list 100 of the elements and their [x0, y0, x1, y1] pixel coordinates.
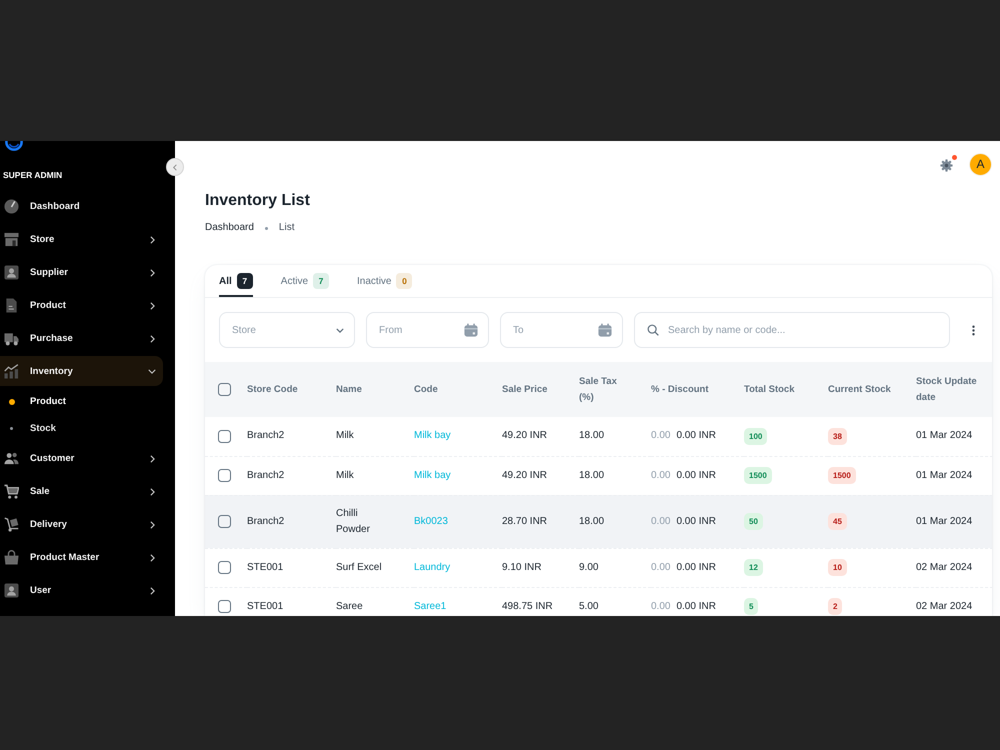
dots-vertical-icon — [972, 324, 974, 336]
person-badge-icon — [4, 583, 19, 598]
search-icon — [647, 324, 659, 336]
hand-truck-icon — [4, 517, 19, 532]
person-badge-icon — [4, 265, 19, 280]
row-checkbox[interactable] — [218, 515, 231, 528]
table-cell: 49.20 INR — [502, 456, 579, 495]
table-cell: Surf Excel — [336, 548, 414, 587]
column-header: Name — [336, 362, 414, 417]
tab[interactable]: Inactive 0 — [357, 265, 412, 297]
table-cell: 498.75 INR — [502, 587, 579, 616]
table-cell: Saree — [336, 587, 414, 616]
table-cell: 5.00 — [579, 587, 651, 616]
table-cell: 9.10 INR — [502, 548, 579, 587]
row-checkbox[interactable] — [218, 469, 231, 482]
sidebar-item[interactable]: Inventory — [0, 356, 163, 386]
table-cell: 02 Mar 2024 — [916, 548, 992, 587]
calendar-icon — [598, 323, 612, 337]
people-icon — [4, 451, 19, 466]
chevron-right-icon — [150, 586, 155, 594]
sidebar-item[interactable]: Supplier — [0, 256, 163, 289]
sidebar-item[interactable]: Product — [0, 289, 163, 322]
cart-icon — [4, 484, 19, 499]
column-header: % - Discount — [651, 362, 744, 417]
table-cell: 01 Mar 2024 — [916, 456, 992, 495]
sidebar-item[interactable]: Delivery — [0, 508, 163, 541]
chevron-right-icon — [150, 488, 155, 496]
chart-icon — [4, 364, 19, 378]
sidebar-item[interactable]: Purchase — [0, 322, 163, 355]
sidebar-subitem[interactable]: Stock — [0, 415, 175, 442]
settings-button[interactable] — [940, 154, 957, 172]
store-icon — [4, 232, 19, 247]
table-cell: Chilli Powder — [336, 495, 414, 548]
bag-icon — [4, 550, 19, 565]
separator-dot-icon — [264, 226, 268, 230]
total-stock-badge: 1500 — [744, 467, 772, 484]
row-checkbox[interactable] — [218, 600, 231, 613]
table-cell: 18.00 — [579, 456, 651, 495]
logo-icon — [5, 141, 23, 153]
table-cell: 28.70 INR — [502, 495, 579, 548]
sidebar-item[interactable]: Product Master — [0, 541, 163, 574]
calendar-icon — [464, 323, 478, 337]
table-cell: STE001 — [247, 548, 336, 587]
avatar[interactable]: A — [969, 152, 992, 176]
column-header: Sale Tax (%) — [579, 362, 651, 417]
sidebar-subitem[interactable]: Product — [0, 388, 175, 415]
chevron-right-icon — [150, 302, 155, 310]
chevron-down-icon — [148, 368, 156, 374]
table-cell: 02 Mar 2024 — [916, 587, 992, 616]
page-title: Inventory List — [205, 191, 311, 211]
table-cell: 01 Mar 2024 — [916, 417, 992, 456]
count-badge: 7 — [236, 273, 253, 289]
tab[interactable]: Active 7 — [280, 265, 330, 297]
column-header: Current Stock — [828, 362, 916, 417]
column-header: Store Code — [247, 362, 336, 417]
current-stock-badge: 38 — [828, 428, 847, 445]
table-cell: Milk — [336, 456, 414, 495]
gauge-icon — [4, 199, 19, 214]
table-cell: Branch2 — [247, 417, 336, 456]
current-stock-badge: 10 — [828, 559, 847, 576]
chevron-right-icon — [150, 236, 155, 244]
discount-amount: 0.00 INR — [676, 600, 716, 612]
row-checkbox[interactable] — [218, 430, 231, 443]
current-stock-badge: 45 — [828, 513, 847, 530]
sidebar-item[interactable]: Sale — [0, 475, 163, 508]
chevron-right-icon — [150, 268, 155, 276]
sidebar-item[interactable]: User — [0, 574, 163, 607]
discount-amount: 0.00 INR — [676, 562, 716, 572]
discount-percent: 0.00 — [651, 562, 670, 572]
column-header: Sale Price — [502, 362, 579, 417]
row-checkbox[interactable] — [218, 561, 231, 574]
sidebar-item[interactable]: Store — [0, 223, 163, 256]
table-cell: 49.20 INR — [502, 417, 579, 456]
tab[interactable]: All 7 — [219, 265, 253, 297]
column-header: Stock Update date — [916, 362, 992, 417]
current-stock-badge: 2 — [828, 598, 842, 615]
settings-icon — [940, 158, 953, 172]
chevron-left-icon — [173, 164, 177, 170]
bullet-icon — [10, 427, 13, 430]
total-stock-badge: 12 — [744, 559, 763, 576]
table-cell: Branch2 — [247, 456, 336, 495]
select-all-checkbox[interactable] — [218, 383, 231, 396]
sidebar-item[interactable]: Dashboard — [0, 190, 163, 223]
discount-amount: 0.00 INR — [676, 430, 716, 442]
table-cell: 9.00 — [579, 548, 651, 587]
role-label: SUPER ADMIN — [3, 170, 64, 181]
total-stock-badge: 50 — [744, 513, 763, 530]
truck-icon — [4, 331, 19, 346]
table-cell: Milk — [336, 417, 414, 456]
discount-percent: 0.00 — [651, 600, 670, 612]
sidebar-item[interactable]: Customer — [0, 442, 163, 475]
column-header: Code — [414, 362, 502, 417]
chevron-right-icon — [150, 554, 155, 562]
bullet-icon — [8, 398, 14, 404]
table-cell: 18.00 — [579, 417, 651, 456]
discount-percent: 0.00 — [651, 430, 670, 442]
breadcrumb-current: List — [278, 221, 294, 235]
breadcrumb-link[interactable]: Dashboard — [205, 221, 254, 235]
discount-amount: 0.00 INR — [676, 470, 716, 480]
total-stock-badge: 5 — [744, 598, 758, 615]
